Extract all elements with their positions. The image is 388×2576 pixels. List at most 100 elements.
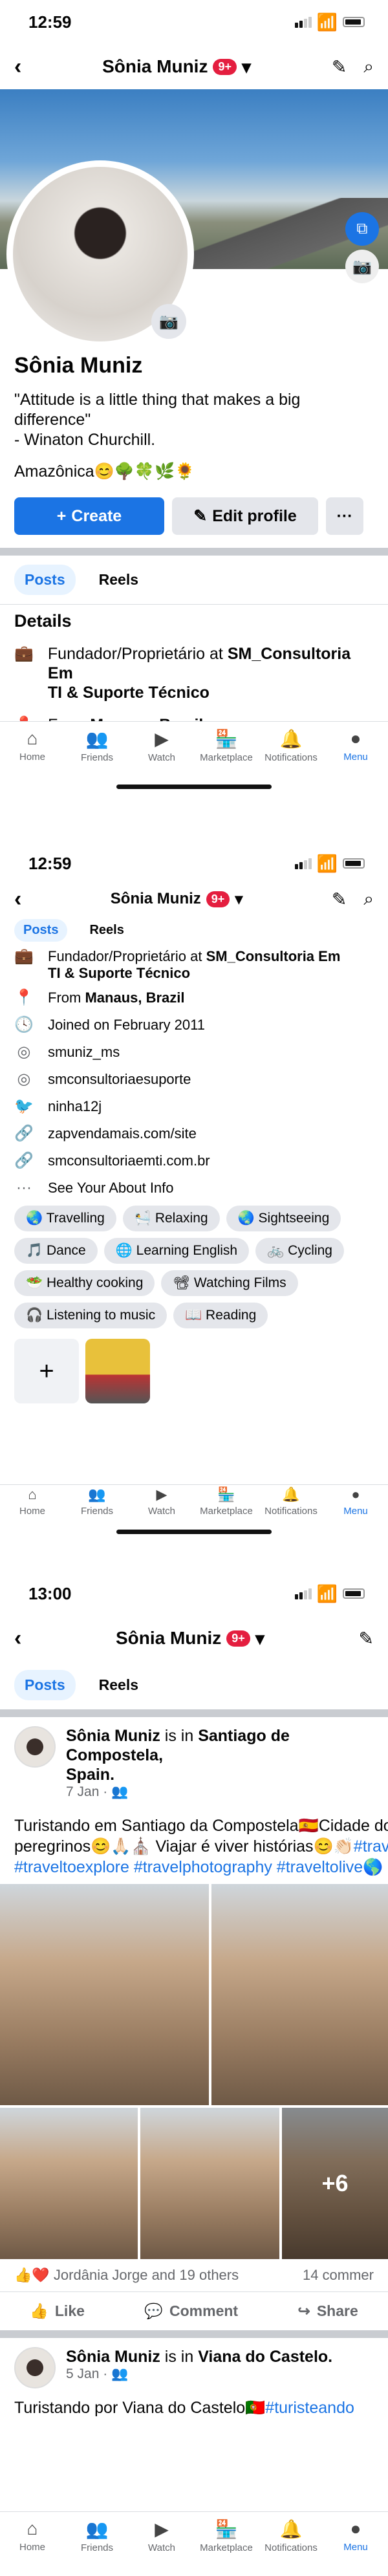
- nav-menu[interactable]: ● Menu: [323, 2518, 388, 2553]
- post-avatar[interactable]: [14, 1726, 56, 1768]
- nav-notifications[interactable]: 🔔 Notifications: [259, 2518, 323, 2553]
- add-featured-button[interactable]: +: [14, 1339, 79, 1403]
- profile-avatar[interactable]: 📷: [6, 160, 194, 348]
- create-button[interactable]: + Create: [14, 497, 164, 535]
- bell-icon: 🔔: [279, 2519, 303, 2539]
- more-button[interactable]: ···: [326, 497, 363, 535]
- battery-icon: [343, 858, 365, 869]
- comment-button[interactable]: 💬 Comment: [144, 2302, 238, 2320]
- detail-joined: 🕓 Joined on February 2011: [0, 1012, 388, 1039]
- search-icon[interactable]: ⌕: [363, 889, 374, 910]
- chevron-down-icon: ▾: [235, 890, 243, 908]
- cover-camera-icon[interactable]: 📷: [345, 250, 379, 283]
- post-author[interactable]: Sônia Muniz: [66, 2348, 160, 2366]
- hobby-chip[interactable]: 🌏 Travelling: [14, 1206, 116, 1231]
- hobby-chip[interactable]: 🎵 Dance: [14, 1238, 98, 1264]
- friends-icon: 👥: [85, 729, 109, 749]
- detail-work: 💼 Fundador/Proprietário at SM_Consultoria…: [0, 946, 388, 984]
- detail-twitter[interactable]: 🐦 ninha12j: [0, 1093, 388, 1120]
- thumbs-up-icon: 👍: [30, 2302, 48, 2319]
- nav-watch[interactable]: ▶ Watch: [129, 1486, 194, 1517]
- post-photo[interactable]: [211, 1884, 388, 2105]
- marketplace-icon: 🏪: [217, 1486, 235, 1502]
- post-photo-more[interactable]: +6: [282, 2108, 388, 2259]
- post-author[interactable]: Sônia Muniz: [66, 1727, 160, 1745]
- post-photo[interactable]: [0, 2108, 138, 2259]
- status-time: 12:59: [28, 12, 72, 32]
- nav-menu[interactable]: ● Menu: [323, 1486, 388, 1517]
- search-icon[interactable]: ⌕: [363, 56, 374, 78]
- nav-notifications[interactable]: 🔔 Notifications: [259, 728, 323, 763]
- nav-friends[interactable]: 👥 Friends: [65, 728, 129, 763]
- featured-photo[interactable]: [85, 1339, 150, 1403]
- hashtag[interactable]: #turisteando: [265, 2399, 354, 2417]
- hobby-chip[interactable]: 🚲 Cycling: [255, 1238, 344, 1264]
- tab-posts[interactable]: Posts: [14, 919, 68, 942]
- nav-title[interactable]: Sônia Muniz 9+ ▾: [102, 56, 251, 78]
- tab-reels[interactable]: Reels: [80, 919, 133, 942]
- nav-home[interactable]: ⌂ Home: [0, 728, 65, 763]
- nav-watch[interactable]: ▶ Watch: [129, 2518, 194, 2553]
- hobby-chip[interactable]: 🌏 Sightseeing: [226, 1206, 341, 1231]
- hobby-chip[interactable]: 📖 Reading: [173, 1303, 268, 1328]
- notification-badge: 9+: [226, 1630, 250, 1647]
- post-avatar[interactable]: [14, 2347, 56, 2388]
- nav-marketplace[interactable]: 🏪 Marketplace: [194, 2518, 259, 2553]
- hashtags[interactable]: #traveltoexplore #travelphotography #tra…: [14, 1857, 383, 1878]
- see-about-info[interactable]: ··· See Your About Info: [0, 1174, 388, 1202]
- tab-reels[interactable]: Reels: [89, 1670, 149, 1700]
- nav-notifications[interactable]: 🔔 Notifications: [259, 1486, 323, 1517]
- comments-count[interactable]: 14 commer: [303, 2267, 374, 2284]
- post-photo[interactable]: [140, 2108, 279, 2259]
- bio-line: "Attitude is a little thing that makes a…: [14, 391, 301, 409]
- detail-work: 💼 Fundador/Proprietário at SM_Consultoria…: [0, 638, 388, 709]
- nav-marketplace[interactable]: 🏪 Marketplace: [194, 1486, 259, 1517]
- back-arrow-icon[interactable]: ‹: [14, 1626, 21, 1651]
- more-dots-icon: ···: [16, 1179, 32, 1196]
- share-button[interactable]: ↪ Share: [298, 2302, 358, 2320]
- tab-posts[interactable]: Posts: [14, 1670, 76, 1700]
- tab-posts[interactable]: Posts: [14, 565, 76, 595]
- nav-watch[interactable]: ▶ Watch: [129, 728, 194, 763]
- detail-link[interactable]: 🔗 zapvendamais.com/site: [0, 1120, 388, 1147]
- twitter-icon: 🐦: [14, 1098, 34, 1115]
- nav-menu[interactable]: ● Menu: [323, 728, 388, 763]
- reactions-text: Jordânia Jorge and 19 others: [53, 2267, 239, 2283]
- post-header: Sônia Muniz is in Viana do Castelo. 5 Ja…: [0, 2338, 388, 2397]
- chevron-down-icon: ▾: [241, 56, 252, 77]
- avatar-camera-icon[interactable]: 📷: [151, 304, 186, 339]
- hobby-chip[interactable]: 🌐 Learning English: [103, 1238, 250, 1264]
- hobby-chip[interactable]: 🛀 Relaxing: [122, 1206, 220, 1231]
- like-button[interactable]: 👍 Like: [30, 2302, 85, 2320]
- edit-pencil-icon[interactable]: ✎: [359, 1628, 374, 1649]
- nav-title[interactable]: Sônia Muniz 9+ ▾: [111, 890, 243, 909]
- edit-profile-button[interactable]: ✎ Edit profile: [172, 497, 318, 535]
- detail-from: 📍 From Manaus, Brazil: [0, 984, 388, 1012]
- hobby-chip[interactable]: 🥗 Healthy cooking: [14, 1270, 155, 1296]
- post-is-in: is in: [160, 2348, 199, 2366]
- hashtag[interactable]: #trave: [354, 1837, 388, 1856]
- nav-marketplace[interactable]: 🏪 Marketplace: [194, 728, 259, 763]
- nav-title[interactable]: Sônia Muniz 9+ ▾: [116, 1628, 264, 1649]
- reaction-summary[interactable]: 👍❤️ Jordânia Jorge and 19 others 14 comm…: [0, 2259, 388, 2291]
- back-arrow-icon[interactable]: ‹: [14, 54, 21, 80]
- nav-friends[interactable]: 👥 Friends: [65, 1486, 129, 1517]
- share-label: Share: [316, 2302, 358, 2319]
- back-arrow-icon[interactable]: ‹: [14, 887, 21, 912]
- instagram-handle: smuniz_ms: [48, 1044, 120, 1060]
- comment-label: Comment: [169, 2302, 239, 2319]
- detail-link[interactable]: 🔗 smconsultoriaemti.com.br: [0, 1147, 388, 1174]
- nav-home[interactable]: ⌂ Home: [0, 2518, 65, 2553]
- nav-friends[interactable]: 👥 Friends: [65, 2518, 129, 2553]
- tab-reels[interactable]: Reels: [89, 565, 149, 595]
- edit-pencil-icon[interactable]: ✎: [332, 56, 347, 78]
- edit-pencil-icon[interactable]: ✎: [332, 889, 347, 910]
- nav-home[interactable]: ⌂ Home: [0, 1486, 65, 1517]
- hobby-chip[interactable]: 🎧 Listening to music: [14, 1303, 167, 1328]
- cover-edit-icon[interactable]: ⧉: [345, 212, 379, 246]
- post-place[interactable]: Viana do Castelo.: [198, 2348, 332, 2366]
- hobby-chip[interactable]: 📽 Watching Films: [161, 1270, 298, 1296]
- detail-instagram[interactable]: ◎ smuniz_ms: [0, 1039, 388, 1066]
- detail-instagram[interactable]: ◎ smconsultoriaesuporte: [0, 1066, 388, 1093]
- post-photo[interactable]: [0, 1884, 209, 2105]
